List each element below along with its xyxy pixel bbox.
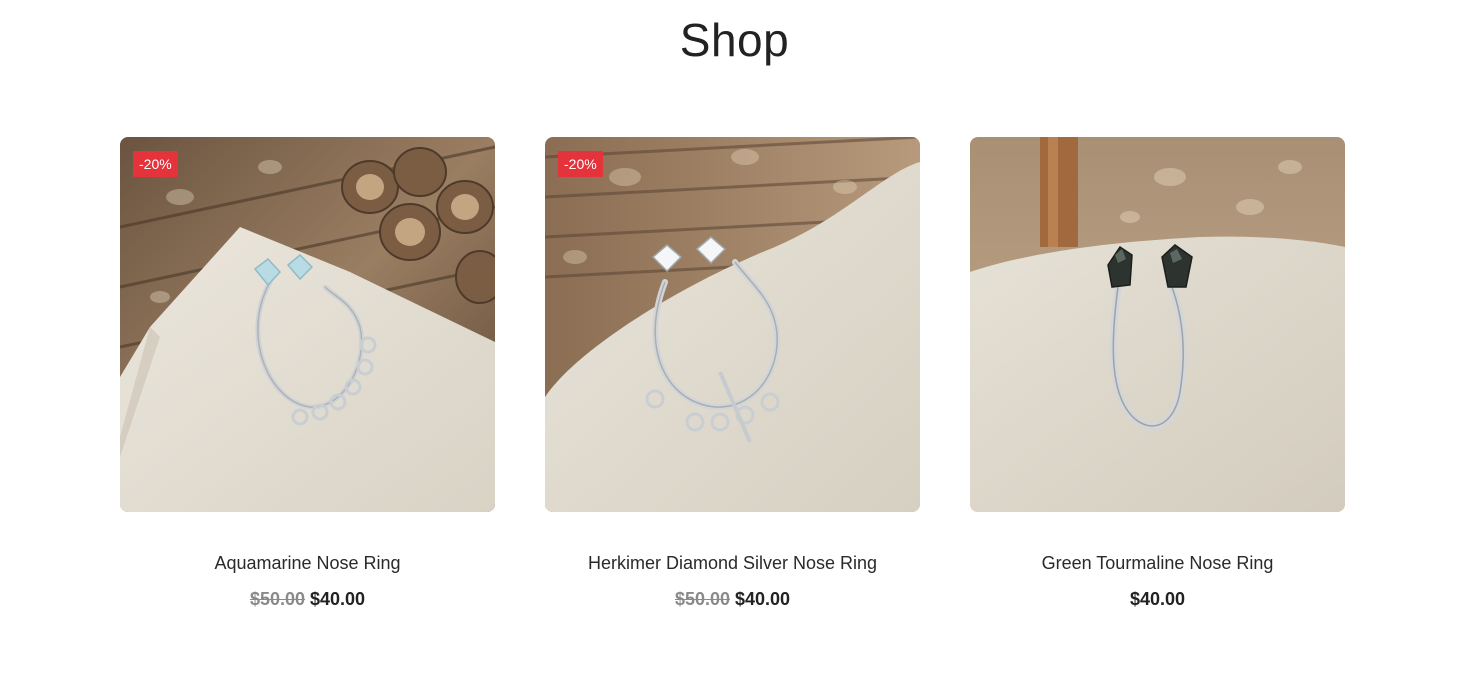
sale-price: $40.00 xyxy=(310,589,366,609)
discount-badge: -20% xyxy=(558,151,603,177)
original-price: $50.00 xyxy=(674,589,730,609)
sale-price: $40.00 xyxy=(735,589,791,609)
product-price: $50.00 $40.00 xyxy=(120,587,495,611)
product-image[interactable]: -20% xyxy=(120,137,495,512)
product-name[interactable]: Green Tourmaline Nose Ring xyxy=(970,551,1345,575)
product-name[interactable]: Herkimer Diamond Silver Nose Ring xyxy=(545,551,920,575)
shop-page: Shop -20% Aquamarine Nose Ring $50.00 $4… xyxy=(0,0,1469,680)
product-grid: -20% Aquamarine Nose Ring $50.00$40.00 xyxy=(120,137,1345,611)
product-image[interactable]: -20% xyxy=(545,137,920,512)
product-price: $50.00 $40.00 xyxy=(545,587,920,611)
aquamarine-nose-ring-photo xyxy=(120,137,495,512)
green-tourmaline-nose-ring-photo xyxy=(970,137,1345,512)
product-name[interactable]: Aquamarine Nose Ring xyxy=(120,551,495,575)
discount-badge: -20% xyxy=(133,151,178,177)
product-image[interactable] xyxy=(970,137,1345,512)
original-price: $50.00 xyxy=(249,589,305,609)
product-card[interactable]: -20% Aquamarine Nose Ring $50.00 $40.00 xyxy=(120,137,495,611)
sale-price: $40.00 xyxy=(1129,589,1186,609)
herkimer-diamond-nose-ring-photo xyxy=(545,137,920,512)
product-price: $40.00 xyxy=(970,587,1345,611)
page-title: Shop xyxy=(679,14,790,66)
product-card[interactable]: Green Tourmaline Nose Ring $40.00 xyxy=(970,137,1345,611)
product-card[interactable]: -20% Herkimer Diamond Silver Nose Ring $… xyxy=(545,137,920,611)
